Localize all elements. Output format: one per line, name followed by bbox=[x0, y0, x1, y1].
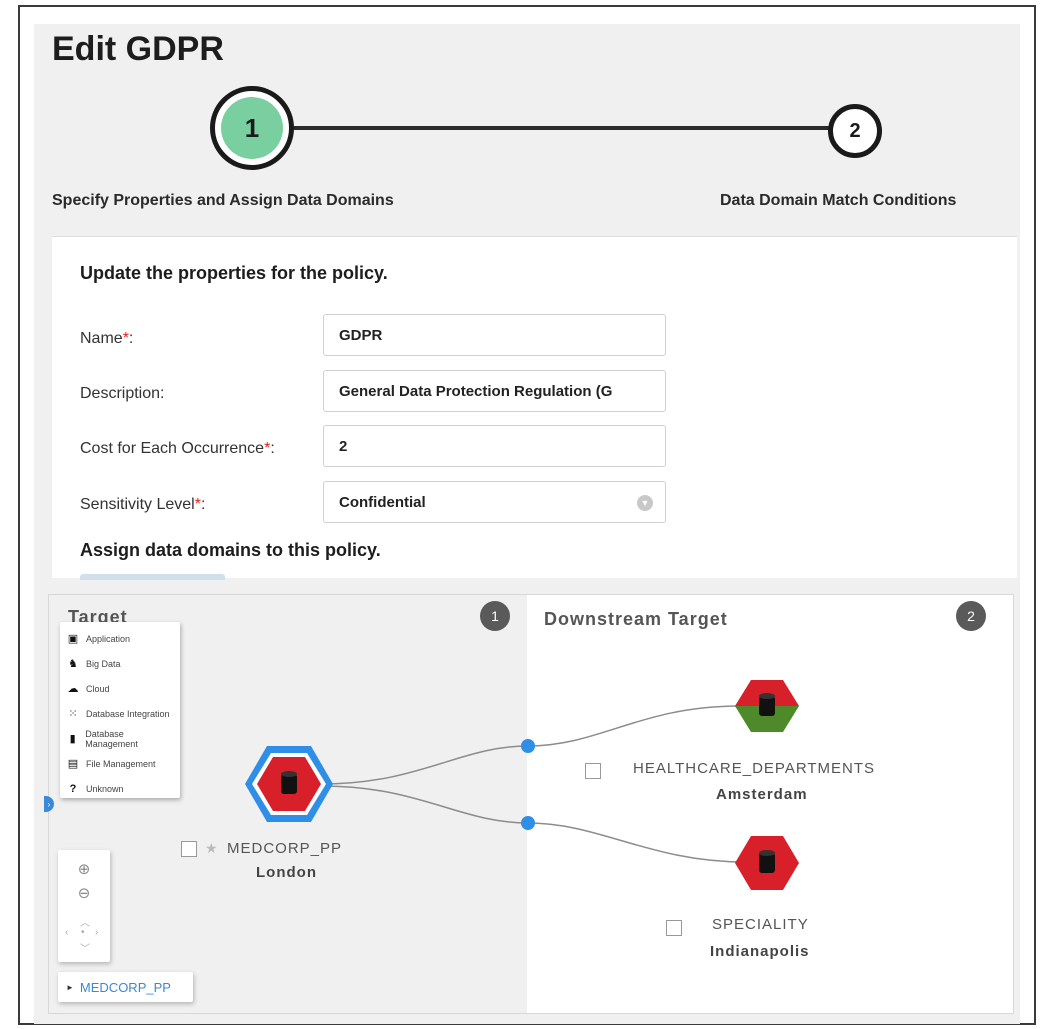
source-node-checkbox[interactable] bbox=[181, 841, 197, 857]
source-node-name[interactable]: MEDCORP_PP bbox=[227, 840, 342, 857]
description-label: Description: bbox=[80, 385, 165, 402]
wizard-step-2-label[interactable]: Data Domain Match Conditions bbox=[720, 192, 956, 210]
assign-domains-heading: Assign data domains to this policy. bbox=[80, 540, 381, 560]
wizard-step-1[interactable]: 1 bbox=[210, 86, 294, 170]
downstream1-checkbox[interactable] bbox=[585, 763, 601, 779]
star-icon[interactable]: ★ bbox=[205, 840, 218, 857]
downstream2-node-name[interactable]: SPECIALITY bbox=[712, 916, 809, 933]
legend-panel: ▣ Application ♞ Big Data ☁ Cloud ⁙ Database … bbox=[60, 622, 180, 798]
wizard-step-1-label[interactable]: Specify Properties and Assign Data Domai… bbox=[52, 192, 394, 210]
page-title: Edit GDPR bbox=[52, 30, 224, 68]
cost-field[interactable]: 2 bbox=[323, 425, 666, 467]
zoom-out-icon[interactable]: ⊖ bbox=[74, 884, 94, 904]
legend-item: ▣ Application bbox=[67, 633, 131, 645]
breadcrumb-item[interactable]: MEDCORP_PP bbox=[80, 980, 171, 995]
legend-item: ♞ Big Data bbox=[66, 651, 174, 676]
cost-label: Cost for Each Occurrence*: bbox=[80, 440, 275, 457]
description-field[interactable]: General Data Protection Regulation (G bbox=[323, 370, 666, 412]
unknown-icon: ? bbox=[69, 782, 77, 795]
downstream1-node-location: Amsterdam bbox=[716, 786, 808, 803]
domains-tab[interactable] bbox=[80, 574, 225, 580]
downstream1-node-name[interactable]: HEALTHCARE_DEPARTMENTS bbox=[633, 760, 875, 777]
database-integration-icon: ⁙ bbox=[68, 708, 78, 720]
legend-item: ▮ Database Management bbox=[66, 726, 174, 751]
legend-item: ☁ Cloud bbox=[67, 683, 110, 695]
sensitivity-label: Sensitivity Level*: bbox=[80, 496, 206, 513]
legend-item: ⁙ Database Integration bbox=[66, 701, 174, 726]
database-management-icon: ▮ bbox=[69, 733, 76, 745]
file-management-icon: ▤ bbox=[67, 758, 79, 770]
wizard-step-1-number: 1 bbox=[221, 97, 283, 159]
target-column-badge: 1 bbox=[480, 601, 510, 631]
source-node-location: London bbox=[256, 864, 317, 881]
chevron-down-icon[interactable]: ▼ bbox=[637, 495, 653, 511]
downstream2-node-location: Indianapolis bbox=[710, 943, 810, 960]
wizard-progress-line bbox=[268, 126, 848, 130]
downstream2-checkbox[interactable] bbox=[666, 920, 682, 936]
downstream-column-title: Downstream Target bbox=[544, 609, 728, 629]
breadcrumb[interactable]: ► MEDCORP_PP bbox=[58, 972, 193, 1002]
pan-control[interactable]: ︿ ‹ • › ﹀ bbox=[65, 914, 103, 955]
cloud-icon: ☁ bbox=[67, 683, 79, 695]
name-field[interactable]: GDPR bbox=[323, 314, 666, 356]
wizard-step-2[interactable]: 2 bbox=[828, 104, 882, 158]
legend-item: ▤ File Management bbox=[67, 758, 156, 770]
zoom-controls: ⊕ ⊖ ︿ ‹ • › ﹀ bbox=[58, 850, 110, 962]
downstream-column-badge: 2 bbox=[956, 601, 986, 631]
legend-item: ? Unknown bbox=[66, 776, 174, 801]
sensitivity-select[interactable]: Confidential bbox=[323, 481, 666, 523]
application-icon: ▣ bbox=[67, 633, 79, 645]
properties-heading: Update the properties for the policy. bbox=[80, 263, 388, 283]
big-data-icon: ♞ bbox=[68, 658, 78, 670]
caret-right-icon: ► bbox=[66, 982, 74, 992]
name-label: Name*: bbox=[80, 330, 134, 347]
zoom-in-icon[interactable]: ⊕ bbox=[74, 860, 94, 880]
